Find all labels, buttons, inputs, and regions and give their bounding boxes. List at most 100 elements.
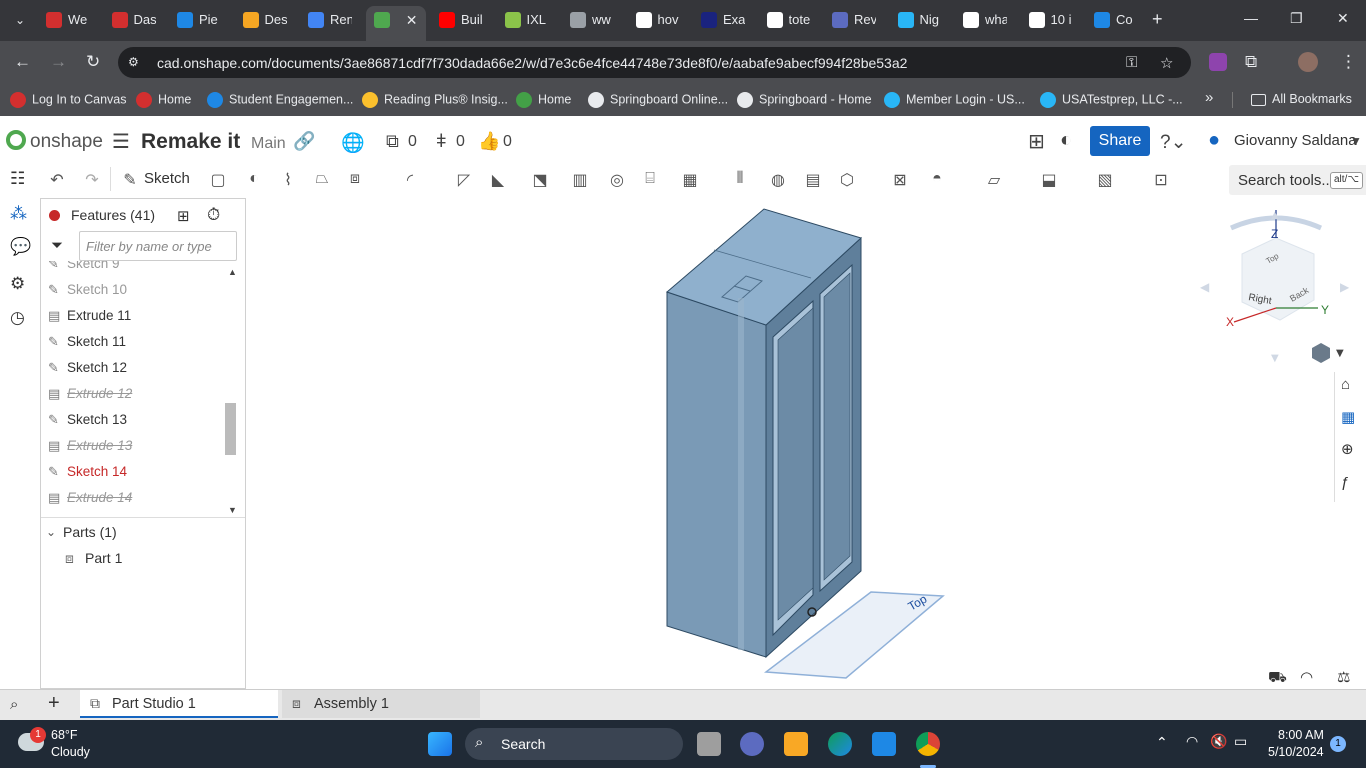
close-window-button[interactable]: ✕: [1337, 10, 1349, 27]
view-options-dropdown[interactable]: ▼: [1312, 343, 1344, 363]
bookmark-item[interactable]: Springboard - Home: [737, 92, 872, 108]
draft-icon[interactable]: ◣: [488, 170, 508, 189]
new-sketch-icon[interactable]: ▢: [208, 170, 228, 189]
new-folder-icon[interactable]: ⊞: [177, 207, 190, 225]
feature-item[interactable]: ✎ Sketch 11: [45, 329, 225, 355]
feature-filter-input[interactable]: Filter by name or type: [79, 231, 237, 261]
redo-icon[interactable]: ↷: [82, 170, 102, 189]
windows-start-icon[interactable]: [428, 732, 452, 756]
browser-tab[interactable]: Buil: [431, 6, 487, 34]
omnibox[interactable]: ⚙ cad.onshape.com/documents/3ae86871cdf7…: [118, 47, 1191, 78]
feature-item[interactable]: ✎ Sketch 14: [45, 459, 225, 485]
site-info-icon[interactable]: ⚙: [128, 55, 144, 69]
fillet-icon[interactable]: ◜: [400, 170, 420, 189]
boolean-icon[interactable]: ◍: [768, 170, 788, 189]
scroll-up-arrow-icon[interactable]: ▲: [228, 267, 237, 277]
teams-chat-icon[interactable]: [740, 732, 764, 756]
parts-collapse-chevron-icon[interactable]: ⌄: [46, 525, 56, 539]
browser-tab[interactable]: ✕: [365, 6, 426, 41]
rotate-down-arrow-icon[interactable]: ▼: [1271, 353, 1279, 364]
loft-icon[interactable]: ⏢: [312, 170, 332, 188]
weather-temp[interactable]: 68°F: [51, 728, 78, 742]
hamburger-menu-icon[interactable]: ☰: [112, 129, 130, 154]
named-views-icon[interactable]: ⌂: [1341, 376, 1363, 398]
pattern-icon[interactable]: ▦: [680, 170, 700, 189]
view-cube[interactable]: Z X Y Right Back Top ◀ ▶ ▲ ▼: [1200, 210, 1350, 364]
configurations-icon[interactable]: ▦: [1341, 408, 1363, 430]
user-name[interactable]: Giovanny Saldana: [1234, 132, 1357, 149]
tab-search-button[interactable]: ⌄: [8, 8, 32, 32]
browser-tab[interactable]: ww: [562, 6, 618, 34]
bookmark-star-icon[interactable]: ☆: [1160, 54, 1173, 72]
onshape-logo[interactable]: onshape: [6, 130, 103, 153]
browser-tab[interactable]: tote: [759, 6, 815, 34]
browser-tab[interactable]: Rev: [824, 6, 880, 34]
scroll-down-arrow-icon[interactable]: ▼: [228, 505, 237, 515]
tab-search-icon[interactable]: ⌕: [10, 696, 18, 713]
feature-item[interactable]: ✎ Sketch 10: [45, 277, 225, 303]
browser-tab[interactable]: IXL: [497, 6, 553, 34]
feature-item[interactable]: ✎ Sketch 9: [45, 261, 225, 277]
edge-browser-icon[interactable]: [828, 732, 852, 756]
browser-tab[interactable]: Pie: [169, 6, 225, 34]
history-icon[interactable]: ◷: [10, 308, 32, 330]
frame-icon[interactable]: ⊡: [1151, 170, 1171, 189]
profile-avatar[interactable]: [1298, 52, 1318, 72]
chrome-menu-icon[interactable]: ⋮: [1340, 52, 1357, 72]
file-explorer-icon[interactable]: [784, 732, 808, 756]
chamfer-icon[interactable]: ◸: [454, 170, 474, 189]
bookmark-item[interactable]: Springboard Online...: [588, 92, 728, 108]
hole-icon[interactable]: ◎: [607, 170, 627, 189]
password-key-icon[interactable]: ⚿: [1126, 54, 1137, 71]
feature-item[interactable]: ✎ Sketch 12: [45, 355, 225, 381]
modify-fillet-icon[interactable]: ◓: [927, 170, 947, 188]
share-button[interactable]: Share: [1090, 126, 1150, 156]
bookmark-item[interactable]: Student Engagemen...: [207, 92, 353, 108]
render-mode-icon[interactable]: ◠: [1300, 668, 1313, 686]
back-button[interactable]: ←: [14, 52, 31, 72]
sweep-icon[interactable]: ⌇: [278, 170, 298, 189]
filter-funnel-icon[interactable]: ⏷: [51, 237, 63, 254]
sketch-pencil-icon[interactable]: ✎: [120, 170, 140, 189]
part-item[interactable]: Part 1: [85, 550, 122, 566]
restore-button[interactable]: ❐: [1290, 10, 1303, 27]
wifi-icon[interactable]: ◠: [1186, 733, 1198, 750]
public-globe-icon[interactable]: 🌐: [341, 131, 365, 155]
browser-tab[interactable]: wha: [955, 6, 1011, 34]
feature-item[interactable]: ▤ Extrude 14: [45, 485, 225, 511]
weather-desc[interactable]: Cloudy: [51, 745, 90, 759]
browser-tab[interactable]: hov: [628, 6, 684, 34]
new-tab-button[interactable]: +: [1152, 9, 1163, 30]
bookmark-item[interactable]: Member Login - US...: [884, 92, 1025, 108]
browser-tab[interactable]: Ren: [300, 6, 356, 34]
parts-header[interactable]: Parts (1): [63, 524, 117, 540]
bookmark-item[interactable]: Home: [136, 92, 191, 108]
feature-item[interactable]: ✎ Sketch 13: [45, 407, 225, 433]
app-store-icon[interactable]: ⊞: [1028, 129, 1045, 154]
browser-tab[interactable]: Das: [104, 6, 160, 34]
shell-icon[interactable]: ▥: [570, 170, 590, 189]
rollback-error-icon[interactable]: [49, 210, 60, 221]
help-icon[interactable]: ?⌄: [1160, 131, 1187, 154]
delete-part-icon[interactable]: ⊠: [890, 170, 910, 189]
link-icon[interactable]: 🔗: [293, 131, 315, 152]
minimize-button[interactable]: —: [1244, 10, 1258, 26]
extensions-puzzle-icon[interactable]: ⧉: [1245, 52, 1257, 72]
extension-icon[interactable]: [1209, 53, 1227, 71]
graphics-viewport[interactable]: Top Z X Y Right Back Top ◀ ▶ ▲ ▼ ▼ ⛟ ◠ ⚖: [246, 198, 1366, 689]
versions-icon[interactable]: ⧉: [386, 131, 399, 152]
bookmark-item[interactable]: Reading Plus® Insig...: [362, 92, 508, 108]
task-view-icon[interactable]: [697, 732, 721, 756]
feature-list-icon[interactable]: ☷: [10, 169, 32, 191]
rotate-right-arrow-icon[interactable]: ▶: [1340, 280, 1350, 294]
appearances-icon[interactable]: ⚙: [10, 274, 32, 296]
more-bookmarks-chevron[interactable]: »: [1205, 89, 1213, 106]
chrome-icon[interactable]: [916, 732, 940, 756]
scroll-thumb[interactable]: [225, 403, 236, 455]
document-name[interactable]: Remake it: [141, 130, 240, 154]
revolve-icon[interactable]: ◐: [244, 170, 264, 188]
rib-icon[interactable]: ⬔: [530, 170, 550, 189]
sketch-button[interactable]: Sketch: [144, 170, 190, 187]
forward-button[interactable]: →: [50, 52, 67, 72]
all-bookmarks-folder[interactable]: All Bookmarks: [1251, 92, 1352, 106]
